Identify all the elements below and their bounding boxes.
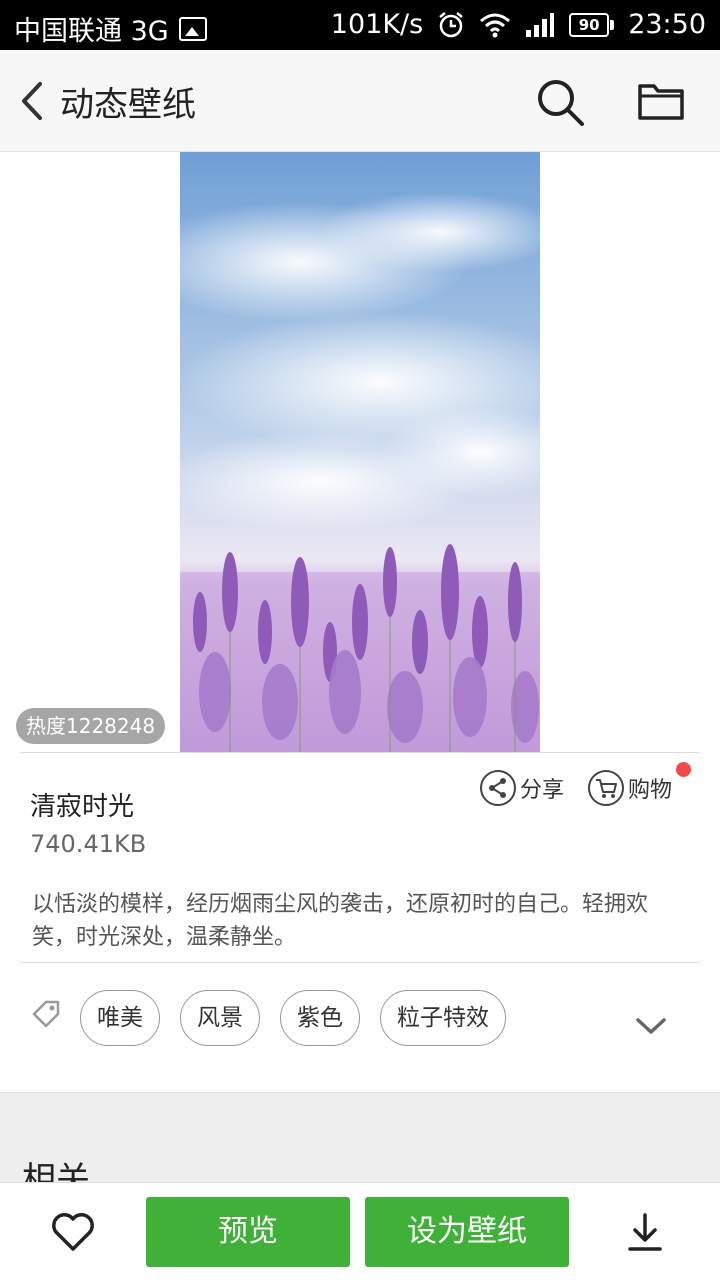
shop-button[interactable]: 购物 [588,768,672,808]
share-label: 分享 [520,778,565,803]
tag-icon [32,1000,60,1028]
divider [20,962,700,963]
preview-button[interactable]: 预览 [146,1197,350,1267]
clock: 23:50 [628,9,706,40]
related-title: 相关 [22,1160,90,1182]
tag-chip[interactable]: 紫色 [280,990,360,1046]
wallpaper-name: 清寂时光 [30,792,135,822]
carrier-label: 中国联通 3G [14,16,169,47]
search-icon[interactable] [534,76,586,128]
folder-icon[interactable] [636,78,686,124]
alarm-icon [439,11,463,37]
share-button[interactable]: 分享 [480,768,564,808]
wifi-icon [480,13,511,37]
status-right: 101K/s 90 23:50 [331,9,706,40]
chevron-down-icon[interactable] [634,1014,668,1038]
set-wallpaper-button[interactable]: 设为壁纸 [365,1197,569,1267]
wallpaper-preview[interactable] [180,152,540,752]
signal-icon [526,12,555,37]
tag-list: 唯美 风景 紫色 粒子特效 [80,990,506,1046]
share-icon [480,770,516,806]
wallpaper-description: 以恬淡的模样，经历烟雨尘风的袭击，还原初时的自己。轻拥欢笑，时光深处，温柔静坐。 [32,892,649,950]
tag-chip[interactable]: 风景 [180,990,260,1046]
network-speed: 101K/s [330,9,424,40]
download-icon[interactable] [622,1209,668,1255]
status-bar: 中国联通 3G 101K/s 90 23:50 [0,0,720,50]
bottom-action-bar: 预览 设为壁纸 [0,1182,720,1280]
battery-level: 90 [569,12,610,37]
wallpaper-size: 740.41KB [30,830,147,858]
cart-icon [588,770,624,806]
image-notification-icon [178,16,207,41]
status-left: 中国联通 3G [14,9,207,48]
notification-dot [676,762,691,777]
tag-chip[interactable]: 粒子特效 [380,990,506,1046]
header: 动态壁纸 [0,50,720,152]
back-button[interactable] [14,78,50,124]
tag-chip[interactable]: 唯美 [80,990,160,1046]
shop-label: 购物 [628,778,673,803]
page-title: 动态壁纸 [60,85,196,125]
heart-icon[interactable] [50,1211,96,1253]
heat-badge: 热度1228248 [16,708,166,744]
divider [20,752,700,753]
battery-icon: 90 [569,12,615,37]
